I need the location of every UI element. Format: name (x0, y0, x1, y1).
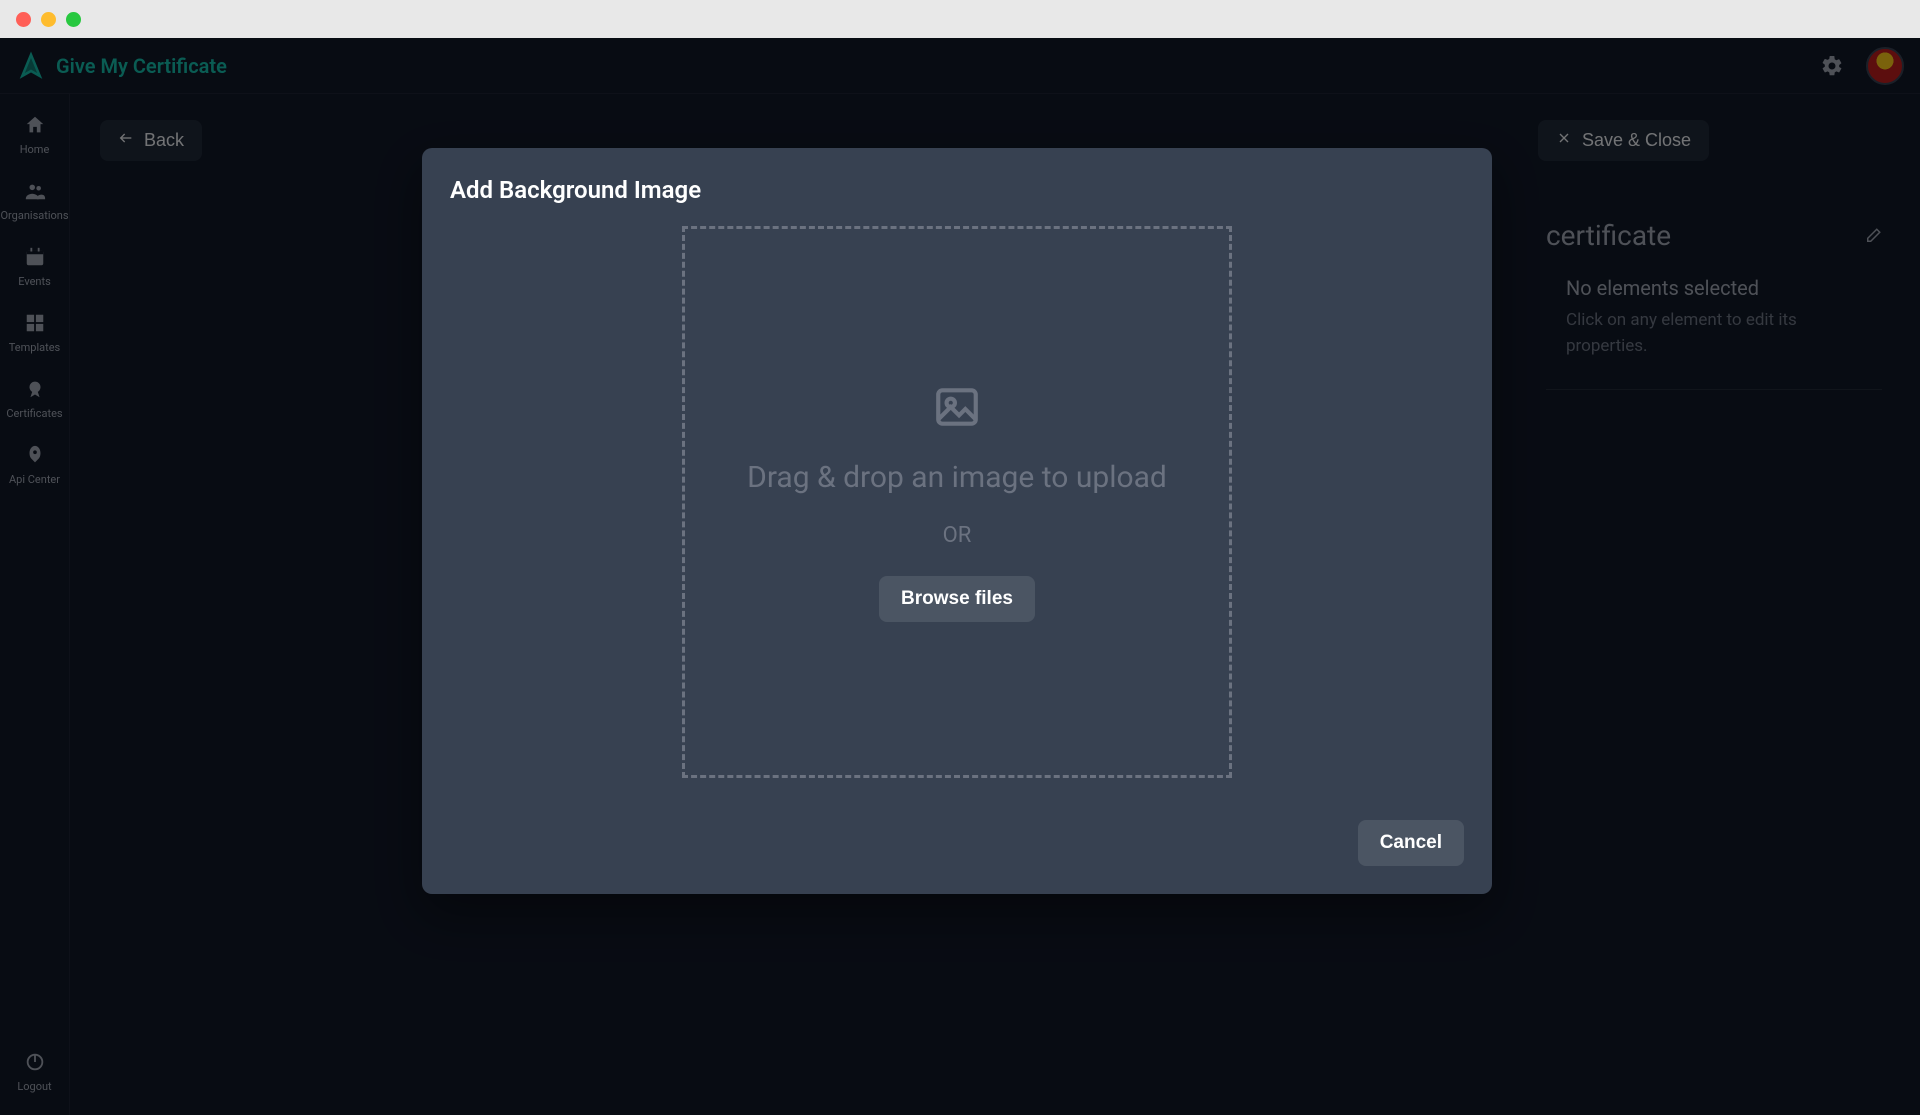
dropzone-text: Drag & drop an image to upload (747, 460, 1167, 495)
cancel-button[interactable]: Cancel (1358, 820, 1464, 866)
window-minimize-button[interactable] (41, 12, 56, 27)
browse-files-button[interactable]: Browse files (879, 576, 1035, 622)
upload-dropzone[interactable]: Drag & drop an image to upload OR Browse… (682, 226, 1232, 778)
window-close-button[interactable] (16, 12, 31, 27)
modal-title: Add Background Image (450, 176, 1464, 204)
add-background-modal: Add Background Image Drag & drop an imag… (422, 148, 1492, 894)
dropzone-or: OR (943, 523, 972, 548)
browse-files-label: Browse files (901, 588, 1013, 609)
cancel-label: Cancel (1380, 832, 1442, 853)
window-chrome (0, 0, 1920, 38)
image-icon (932, 382, 982, 432)
window-maximize-button[interactable] (66, 12, 81, 27)
